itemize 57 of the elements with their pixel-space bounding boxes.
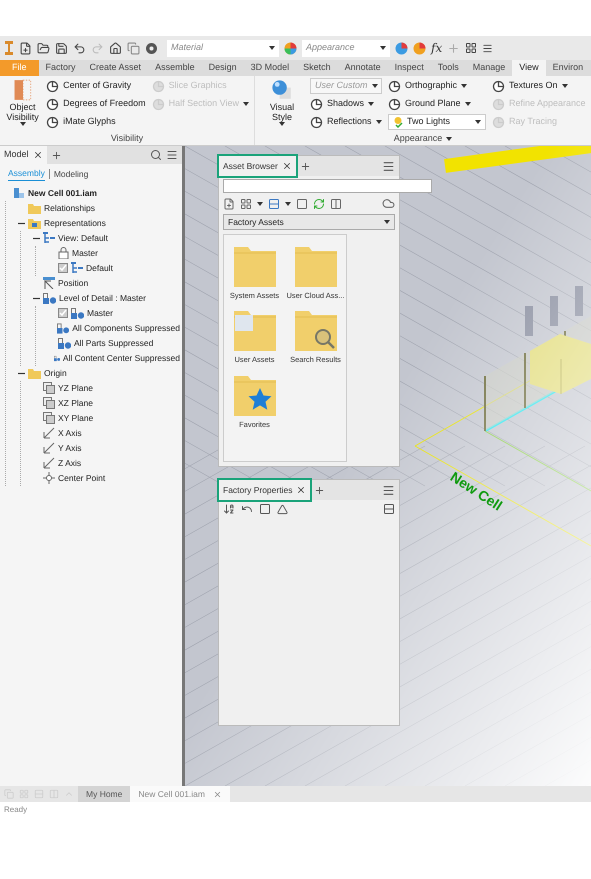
panel-tab[interactable]: Asset Browser [219, 156, 296, 176]
ribbon-button[interactable]: Reflections [310, 114, 382, 130]
ribbon-button[interactable]: Shadows [310, 96, 382, 112]
ribbon-tab[interactable]: 3D Model [244, 60, 296, 76]
large-ribbon-button[interactable]: Object Visibility [5, 78, 40, 132]
ribbon-tab[interactable]: Sketch [296, 60, 338, 76]
library-dropdown[interactable]: Factory Assets [223, 214, 395, 230]
ribbon-tab[interactable]: Annotate [338, 60, 388, 76]
ribbon-tab[interactable]: Inspect [388, 60, 431, 76]
tree-item[interactable]: XZ Plane [58, 396, 93, 410]
ribbon-button[interactable]: Ground Plane [388, 96, 486, 112]
panel-tab[interactable]: Model [0, 146, 47, 164]
tree-item[interactable]: All Content Center Suppressed [62, 352, 180, 365]
tree-item[interactable]: Origin [44, 366, 67, 380]
ribbon-tab[interactable]: Manage [466, 60, 512, 76]
tree-item[interactable]: Master [72, 246, 98, 260]
status-text: Ready [4, 804, 28, 816]
ribbon-button[interactable]: Orthographic [388, 78, 486, 94]
panel-tab[interactable]: Factory Properties [219, 480, 310, 500]
tree-item[interactable]: New Cell 001.iam [28, 186, 97, 200]
tree-item[interactable]: Default [86, 262, 113, 275]
tree-item[interactable]: Level of Detail : Master [59, 292, 146, 305]
tree-item[interactable]: Representations [44, 216, 106, 230]
appearance-dropdown[interactable]: Appearance [302, 40, 390, 56]
document-tab[interactable]: New Cell 001.iam [130, 786, 230, 802]
ribbon-tab[interactable]: Create Asset [82, 60, 148, 76]
tree-item[interactable]: All Components Suppressed [72, 322, 180, 335]
ribbon-button[interactable]: Center of Gravity [46, 78, 146, 94]
material-dropdown[interactable]: Material [167, 40, 279, 56]
document-tab[interactable]: My Home [78, 786, 130, 802]
viewport-label: New Cell [446, 467, 506, 516]
tree-item[interactable]: View: Default [58, 232, 108, 245]
ribbon-tab[interactable]: Tools [430, 60, 466, 76]
ribbon-button[interactable]: Textures On [492, 78, 586, 94]
ribbon-tab[interactable]: Environ [546, 60, 590, 76]
tree-item[interactable]: XY Plane [58, 412, 94, 425]
tree-item[interactable]: Center Point [58, 472, 106, 485]
ribbon-tab[interactable]: View [512, 60, 546, 76]
tree-item[interactable]: Master [87, 306, 113, 320]
ribbon-tab[interactable]: Assemble [148, 60, 202, 76]
function-button[interactable]: fx [431, 39, 442, 57]
tree-item[interactable]: Z Axis [58, 456, 82, 470]
mode-tab[interactable]: Modeling [54, 168, 88, 180]
panel-title: Visibility [110, 132, 144, 145]
lighting-dropdown[interactable]: Two Lights [388, 114, 486, 130]
ribbon-tab[interactable]: Design [202, 60, 244, 76]
tree-item[interactable]: YZ Plane [58, 382, 93, 395]
ribbon-tab[interactable]: Factory [38, 60, 83, 76]
ribbon-button[interactable]: Degrees of Freedom [46, 96, 146, 112]
large-ribbon-button[interactable]: Visual Style [260, 78, 304, 132]
panel-title: Appearance [394, 132, 442, 145]
tree-item[interactable]: Position [58, 276, 88, 290]
tree-item[interactable]: X Axis [58, 426, 82, 440]
tree-item[interactable]: Y Axis [58, 442, 82, 455]
tree-item[interactable]: Relationships [44, 202, 96, 215]
ribbon-button[interactable]: iMate Glyphs [46, 114, 146, 130]
tree-item[interactable]: All Parts Suppressed [74, 336, 154, 350]
